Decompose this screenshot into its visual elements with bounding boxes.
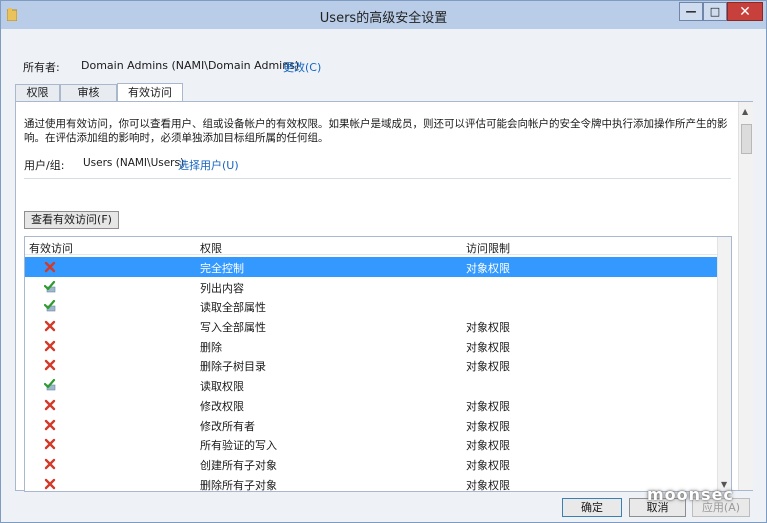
green-check-icon (44, 300, 56, 312)
access-limit: 对象权限 (466, 360, 510, 374)
title-bar[interactable]: Users的高级安全设置 — □ ✕ (1, 1, 766, 29)
watermark-text: moonsec (647, 485, 734, 504)
access-limit: 对象权限 (466, 439, 510, 453)
access-limit: 对象权限 (466, 399, 510, 413)
table-row[interactable]: 创建所有子对象 对象权限 (25, 454, 731, 474)
window-title: Users的高级安全设置 (319, 11, 448, 26)
red-x-icon (44, 320, 56, 332)
tab-effective-access[interactable]: 有效访问 (117, 83, 183, 102)
permission-name: 修改权限 (200, 399, 244, 413)
select-user-link[interactable]: 选择用户(U) (178, 157, 239, 173)
permission-name: 写入全部属性 (200, 321, 266, 335)
permission-name: 读取全部属性 (200, 301, 266, 315)
red-x-icon (44, 261, 56, 273)
red-x-icon (44, 458, 56, 470)
security-settings-window: Users的高级安全设置 — □ ✕ 所有者: Domain Admins (N… (0, 0, 767, 523)
permission-name: 删除所有子对象 (200, 478, 277, 492)
table-row[interactable]: 列出内容 (25, 277, 731, 297)
close-button[interactable]: ✕ (727, 2, 763, 21)
divider (24, 178, 731, 179)
red-x-icon (44, 360, 56, 371)
table-row[interactable]: 所有验证的写入 对象权限 (25, 434, 731, 454)
tab-auditing[interactable]: 审核 (60, 84, 117, 102)
owner-label: 所有者: (23, 61, 60, 74)
panel-scrollbar[interactable]: ▲ (738, 102, 753, 490)
permission-name: 所有验证的写入 (200, 439, 277, 453)
green-check-icon (44, 280, 56, 292)
effective-access-table: 有效访问 权限 访问限制 完全控制 对象权限 列出内容 读取全部属性 写入全部属性 对象权… (24, 236, 732, 492)
table-row[interactable]: 读取全部属性 (25, 296, 731, 316)
scrollbar-thumb[interactable] (741, 124, 752, 154)
maximize-button[interactable]: □ (703, 2, 727, 21)
view-effective-access-button[interactable]: 查看有效访问(F) (24, 211, 119, 229)
table-header: 有效访问 权限 访问限制 (25, 237, 731, 255)
permission-name: 完全控制 (200, 262, 244, 275)
scroll-up-arrow-icon[interactable]: ▲ (742, 107, 748, 116)
access-limit: 对象权限 (466, 458, 510, 472)
access-limit: 对象权限 (466, 340, 510, 354)
table-row[interactable]: 写入全部属性 对象权限 (25, 316, 731, 336)
table-row[interactable]: 修改所有者 对象权限 (25, 415, 731, 435)
red-x-icon (44, 399, 56, 411)
permission-name: 删除 (200, 340, 222, 354)
access-limit: 对象权限 (466, 478, 510, 492)
table-row[interactable]: 读取权限 (25, 375, 731, 395)
green-check-icon (44, 379, 56, 391)
change-owner-link[interactable]: 更改(C) (283, 59, 321, 75)
table-row[interactable]: 删除 对象权限 (25, 336, 731, 356)
table-scrollbar[interactable]: ▼ (717, 237, 731, 491)
column-header-permission[interactable]: 权限 (200, 240, 222, 256)
owner-value: Domain Admins (NAMI\Domain Admins) (81, 59, 300, 72)
table-row[interactable]: 删除子树目录 对象权限 (25, 355, 731, 375)
red-x-icon (44, 438, 56, 450)
tab-permissions[interactable]: 权限 (15, 84, 60, 102)
red-x-icon (44, 340, 56, 351)
table-rows: 完全控制 对象权限 列出内容 读取全部属性 写入全部属性 对象权限 删除 对象权限 删除子树目录… (25, 257, 731, 492)
table-row[interactable]: 修改权限 对象权限 (25, 395, 731, 415)
column-header-access-limit[interactable]: 访问限制 (466, 240, 510, 256)
user-group-label: 用户/组: (24, 159, 65, 172)
table-row[interactable]: 完全控制 对象权限 (25, 257, 731, 277)
access-limit: 对象权限 (466, 419, 510, 433)
permission-name: 创建所有子对象 (200, 458, 277, 472)
user-group-value: Users (NAMI\Users) (83, 157, 185, 169)
effective-access-panel: 通过使用有效访问，你可以查看用户、组或设备帐户的有效权限。如果帐户是域成员，则还… (15, 101, 753, 492)
permission-name: 读取权限 (200, 380, 244, 394)
permission-name: 删除子树目录 (200, 360, 266, 374)
red-x-icon (44, 419, 56, 430)
permission-name: 修改所有者 (200, 419, 255, 433)
description-text: 通过使用有效访问，你可以查看用户、组或设备帐户的有效权限。如果帐户是域成员，则还… (24, 118, 728, 144)
column-header-effective-access[interactable]: 有效访问 (29, 240, 73, 256)
permission-name: 列出内容 (200, 281, 244, 295)
minimize-button[interactable]: — (679, 2, 703, 21)
red-x-icon (44, 478, 56, 489)
access-limit: 对象权限 (466, 321, 510, 335)
access-limit: 对象权限 (466, 262, 510, 275)
ok-button[interactable]: 确定 (562, 498, 622, 517)
